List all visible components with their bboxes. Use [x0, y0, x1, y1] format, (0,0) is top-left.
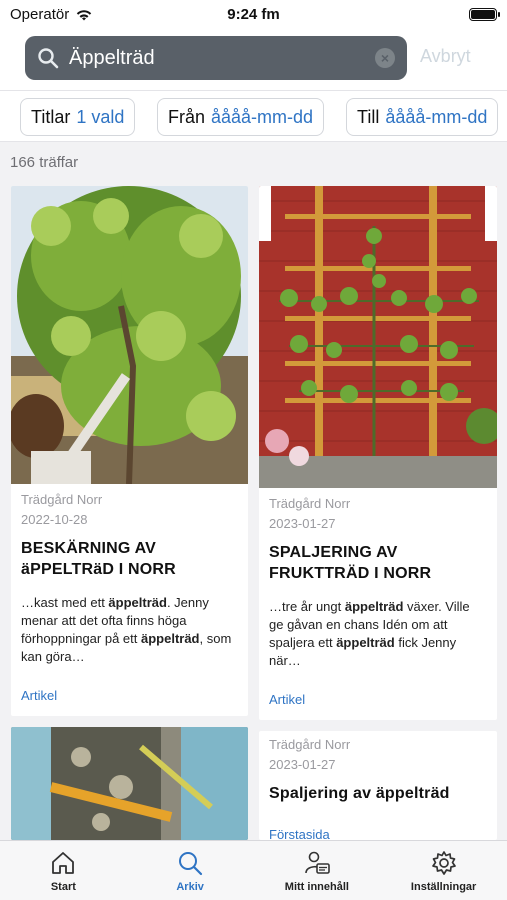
filter-label: Till	[357, 106, 380, 127]
search-icon	[38, 48, 59, 69]
card-title-line: SPALJERING AV	[269, 544, 398, 561]
tab-installningar[interactable]: Inställningar	[380, 841, 507, 900]
card-excerpt: …kast med ett äppelträd. Jenny menar att…	[21, 594, 238, 666]
result-card-2[interactable]: Trädgård Norr 2023-01-27 SPALJERING AV F…	[259, 186, 497, 720]
card-title: BESKÄRNING AV äPPELTRäD I NORR	[21, 538, 238, 580]
excerpt-text: …tre år ungt	[269, 599, 345, 614]
search-bar: × Avbryt	[0, 28, 507, 90]
card-source: Trädgård Norr	[269, 496, 351, 511]
tab-start[interactable]: Start	[0, 841, 127, 900]
excerpt-text: …kast med ett	[21, 595, 109, 610]
tab-mitt-innehall[interactable]: Mitt innehåll	[254, 841, 381, 900]
card-date: 2023-01-27	[269, 757, 336, 772]
card-title-line: äPPELTRäD I NORR	[21, 561, 176, 578]
article-image	[259, 186, 497, 488]
card-title-line: BESKÄRNING AV	[21, 540, 157, 557]
tab-label: Mitt innehåll	[284, 881, 349, 893]
results-count: 166 träffar	[10, 154, 79, 171]
tab-label: Start	[50, 881, 76, 893]
card-title: Spaljering av äppelträd	[269, 785, 450, 802]
filter-label: Titlar	[31, 106, 71, 127]
tab-label: Inställningar	[410, 881, 477, 893]
search-field[interactable]: ×	[25, 36, 407, 80]
filter-value: åååå-mm-dd	[211, 106, 314, 127]
highlighted-term: äppelträd	[108, 595, 167, 610]
filter-from-date[interactable]: Från åååå-mm-dd	[157, 98, 325, 136]
article-image	[11, 727, 248, 840]
card-date: 2023-01-27	[269, 516, 336, 531]
card-excerpt: …tre år ungt äppelträd växer. Ville ge g…	[269, 598, 487, 670]
highlighted-term: äppelträd	[344, 599, 404, 614]
highlighted-term: äppelträd	[336, 635, 395, 650]
article-image	[11, 186, 248, 484]
highlighted-term: äppelträd	[140, 631, 200, 646]
card-source: Trädgård Norr	[269, 737, 351, 752]
filter-label: Från	[168, 106, 206, 127]
card-type-link[interactable]: Artikel	[21, 688, 57, 703]
card-type-link[interactable]: Förstasida	[269, 827, 330, 840]
clock: 9:24 fm	[227, 6, 280, 23]
filter-titles[interactable]: Titlar 1 vald	[20, 98, 136, 136]
card-title: SPALJERING AV FRUKTTRÄD I NORR	[269, 542, 487, 584]
result-card-1[interactable]: Trädgård Norr 2022-10-28 BESKÄRNING AV ä…	[11, 186, 248, 716]
filter-bar: Titlar 1 vald Från åååå-mm-dd Till åååå-…	[0, 90, 507, 142]
battery-icon	[469, 8, 500, 21]
search-icon	[179, 852, 203, 876]
card-type-link[interactable]: Artikel	[269, 692, 305, 707]
result-card-3[interactable]	[11, 727, 248, 840]
result-card-4[interactable]: Trädgård Norr 2023-01-27 Spaljering av ä…	[259, 731, 497, 840]
tab-label: Arkiv	[176, 881, 204, 893]
gear-icon	[431, 851, 456, 875]
filter-value: 1 vald	[76, 106, 125, 127]
search-input[interactable]	[59, 46, 375, 70]
tab-arkiv[interactable]: Arkiv	[127, 841, 254, 900]
home-icon	[52, 852, 75, 874]
card-source: Trädgård Norr	[21, 492, 103, 507]
tab-bar: Start Arkiv Mitt innehåll Inställningar	[0, 840, 507, 900]
clear-search-icon[interactable]: ×	[375, 48, 395, 68]
filter-value: åååå-mm-dd	[385, 106, 488, 127]
filter-to-date[interactable]: Till åååå-mm-dd	[346, 98, 499, 136]
person-card-icon	[305, 851, 330, 874]
cancel-button[interactable]: Avbryt	[420, 46, 471, 67]
status-bar: Operatör 9:24 fm	[0, 0, 507, 28]
card-title-line: FRUKTTRÄD I NORR	[269, 565, 432, 582]
card-date: 2022-10-28	[21, 512, 88, 527]
